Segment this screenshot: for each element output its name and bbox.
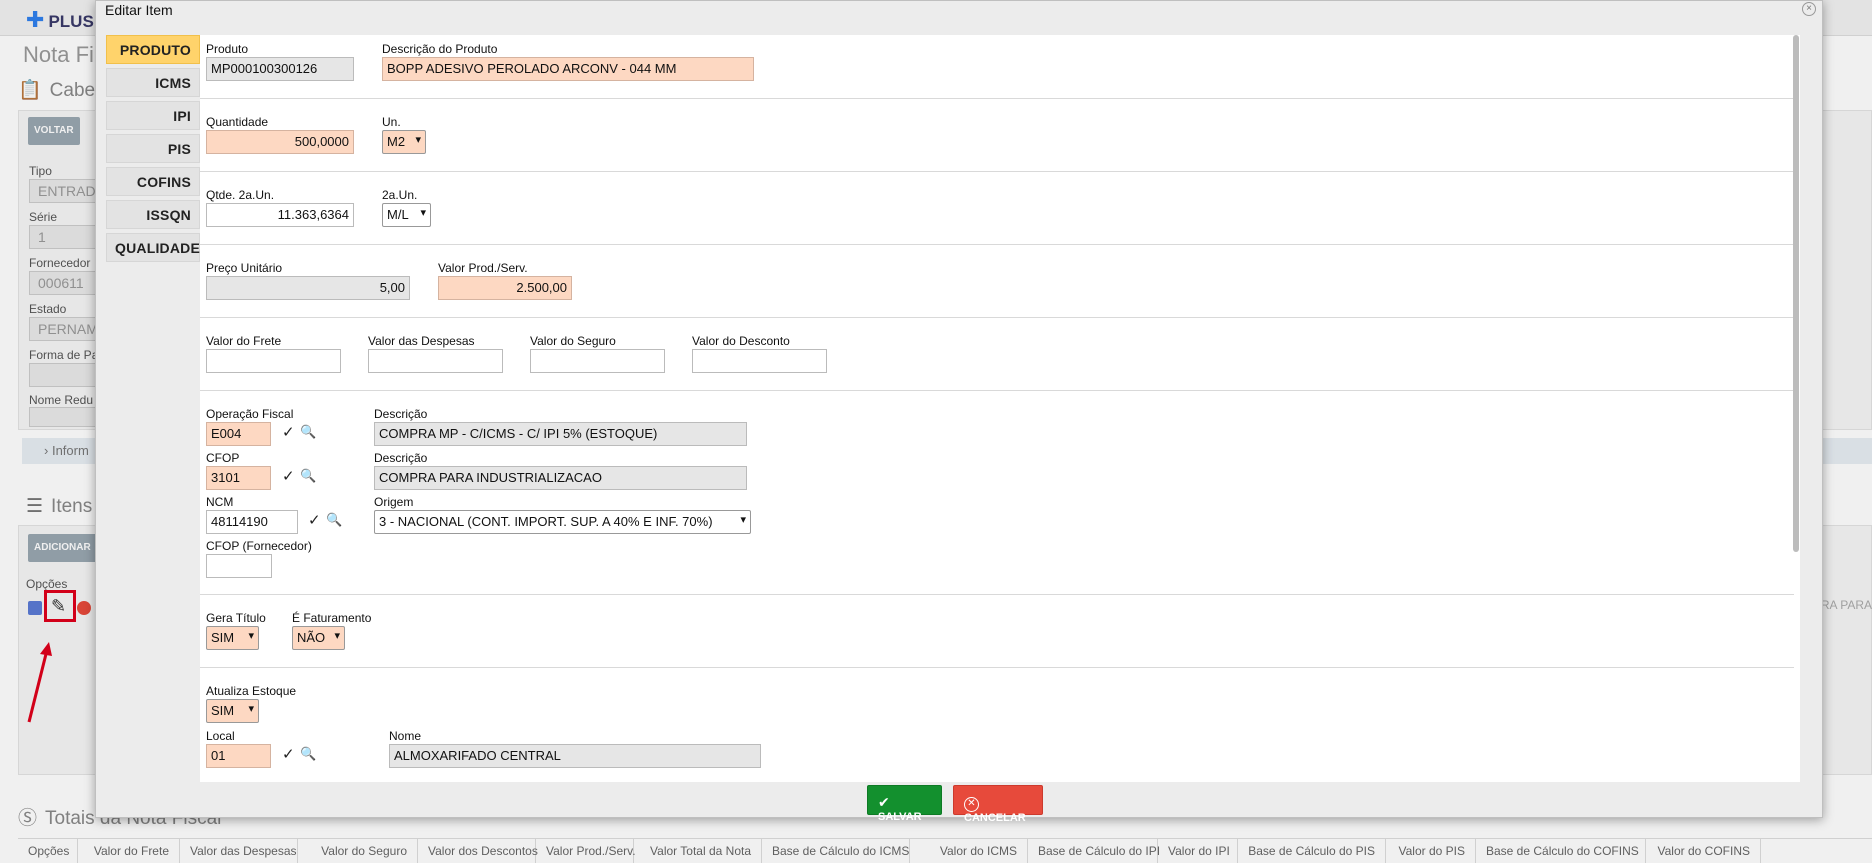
section-fiscal: Operação Fiscal E004 ✓ 🔍 Descrição COMPR… bbox=[200, 391, 1794, 595]
unidade-value: M2 bbox=[387, 134, 406, 149]
save-button[interactable]: ✔SALVAR bbox=[867, 785, 942, 823]
produto-input[interactable]: MP000100300126 bbox=[206, 57, 354, 81]
content-scrollbar[interactable] bbox=[1793, 35, 1799, 552]
tab-cofins[interactable]: COFINS bbox=[106, 167, 200, 196]
modal-titlebar: Editar Item × bbox=[96, 1, 1822, 19]
origem-value: 3 - NACIONAL (CONT. IMPORT. SUP. A 40% E… bbox=[379, 514, 713, 529]
local-input[interactable]: 01 bbox=[206, 744, 271, 768]
e-faturamento-select[interactable]: NÃO ▾ bbox=[292, 626, 345, 650]
qtde-2a-input[interactable]: 11.363,6364 bbox=[206, 203, 354, 227]
tab-produto[interactable]: PRODUTO bbox=[106, 35, 200, 64]
descricao-cfop-input[interactable]: COMPRA PARA INDUSTRIALIZACAO bbox=[374, 466, 747, 490]
search-icon[interactable]: 🔍 bbox=[300, 424, 316, 440]
valor-despesas-label: Valor das Despesas bbox=[368, 334, 475, 348]
atualiza-estoque-select[interactable]: SIM ▾ bbox=[206, 699, 259, 723]
close-icon: ✕ bbox=[964, 797, 979, 812]
descricao-produto-label: Descrição do Produto bbox=[382, 42, 498, 56]
check-icon[interactable]: ✓ bbox=[282, 467, 295, 485]
tab-icms[interactable]: ICMS bbox=[106, 68, 200, 97]
descricao-cfop-label: Descrição bbox=[374, 451, 428, 465]
check-icon[interactable]: ✓ bbox=[282, 745, 295, 763]
section-titulo-faturamento: Gera Título SIM ▾ É Faturamento NÃO ▾ bbox=[200, 595, 1794, 668]
descricao-operacao-label: Descrição bbox=[374, 407, 428, 421]
chevron-down-icon: ▾ bbox=[248, 630, 254, 642]
unidade-2a-select[interactable]: M/L ▾ bbox=[382, 203, 431, 227]
chevron-down-icon: ▾ bbox=[420, 207, 426, 219]
tab-pis[interactable]: PIS bbox=[106, 134, 200, 163]
qtde-2a-label: Qtde. 2a.Un. bbox=[206, 188, 275, 202]
valor-frete-input[interactable] bbox=[206, 349, 341, 373]
atualiza-estoque-value: SIM bbox=[211, 703, 235, 718]
gera-titulo-value: SIM bbox=[211, 630, 235, 645]
nome-local-label: Nome bbox=[389, 729, 422, 743]
valor-seguro-input[interactable] bbox=[530, 349, 665, 373]
origem-select[interactable]: 3 - NACIONAL (CONT. IMPORT. SUP. A 40% E… bbox=[374, 510, 751, 534]
cfop-fornecedor-input[interactable] bbox=[206, 554, 272, 578]
tab-ipi[interactable]: IPI bbox=[106, 101, 200, 130]
tab-list: PRODUTO ICMS IPI PIS COFINS ISSQN QUALID… bbox=[106, 35, 200, 266]
unidade-select[interactable]: M2 ▾ bbox=[382, 130, 426, 154]
tab-content-produto: Produto MP000100300126 Descrição do Prod… bbox=[200, 35, 1800, 782]
save-label: SALVAR bbox=[878, 811, 922, 823]
preco-unitario-input[interactable]: 5,00 bbox=[206, 276, 410, 300]
valor-desconto-input[interactable] bbox=[692, 349, 827, 373]
cancel-button[interactable]: ✕CANCELAR bbox=[953, 785, 1043, 824]
valor-prod-input[interactable]: 2.500,00 bbox=[438, 276, 572, 300]
operacao-fiscal-label: Operação Fiscal bbox=[206, 407, 294, 421]
origem-label: Origem bbox=[374, 495, 414, 509]
local-label: Local bbox=[206, 729, 235, 743]
cfop-input[interactable]: 3101 bbox=[206, 466, 271, 490]
search-icon[interactable]: 🔍 bbox=[300, 746, 316, 762]
atualiza-estoque-label: Atualiza Estoque bbox=[206, 684, 297, 698]
cfop-label: CFOP bbox=[206, 451, 240, 465]
ncm-label: NCM bbox=[206, 495, 234, 509]
e-faturamento-label: É Faturamento bbox=[292, 611, 372, 625]
valor-frete-label: Valor do Frete bbox=[206, 334, 282, 348]
check-icon[interactable]: ✓ bbox=[282, 423, 295, 441]
quantidade-input[interactable]: 500,0000 bbox=[206, 130, 354, 154]
nome-local-input[interactable]: ALMOXARIFADO CENTRAL bbox=[389, 744, 761, 768]
modal-title: Editar Item bbox=[105, 2, 173, 18]
section-precos: Preço Unitário 5,00 Valor Prod./Serv. 2.… bbox=[200, 245, 1794, 318]
tab-qualidade[interactable]: QUALIDADE bbox=[106, 233, 200, 262]
descricao-operacao-input[interactable]: COMPRA MP - C/ICMS - C/ IPI 5% (ESTOQUE) bbox=[374, 422, 747, 446]
unidade-label: Un. bbox=[382, 115, 401, 129]
cfop-fornecedor-label: CFOP (Fornecedor) bbox=[206, 539, 312, 553]
close-icon[interactable]: × bbox=[1802, 2, 1816, 16]
operacao-fiscal-input[interactable]: E004 bbox=[206, 422, 271, 446]
ncm-input[interactable]: 48114190 bbox=[206, 510, 298, 534]
section-valores: Valor do Frete Valor das Despesas Valor … bbox=[200, 318, 1794, 391]
section-produto: Produto MP000100300126 Descrição do Prod… bbox=[200, 35, 1794, 99]
unidade-2a-value: M/L bbox=[387, 207, 409, 222]
valor-desconto-label: Valor do Desconto bbox=[692, 334, 790, 348]
chevron-down-icon: ▾ bbox=[415, 134, 421, 146]
e-faturamento-value: NÃO bbox=[297, 630, 326, 645]
valor-prod-label: Valor Prod./Serv. bbox=[438, 261, 528, 275]
gera-titulo-select[interactable]: SIM ▾ bbox=[206, 626, 259, 650]
descricao-produto-input[interactable]: BOPP ADESIVO PEROLADO ARCONV - 044 MM bbox=[382, 57, 754, 81]
chevron-down-icon: ▾ bbox=[740, 514, 746, 526]
cancel-label: CANCELAR bbox=[964, 812, 1026, 824]
gera-titulo-label: Gera Título bbox=[206, 611, 266, 625]
preco-unitario-label: Preço Unitário bbox=[206, 261, 283, 275]
check-icon: ✔ bbox=[878, 794, 890, 810]
check-icon[interactable]: ✓ bbox=[308, 511, 321, 529]
quantidade-label: Quantidade bbox=[206, 115, 269, 129]
section-estoque: Atualiza Estoque SIM ▾ Local 01 ✓ 🔍 Nome … bbox=[200, 668, 1794, 782]
edit-item-modal: Editar Item × PRODUTO ICMS IPI PIS COFIN… bbox=[95, 0, 1823, 824]
section-segunda-unidade: Qtde. 2a.Un. 11.363,6364 2a.Un. M/L ▾ bbox=[200, 172, 1794, 245]
tab-issqn[interactable]: ISSQN bbox=[106, 200, 200, 229]
section-quantidade: Quantidade 500,0000 Un. M2 ▾ bbox=[200, 99, 1794, 172]
produto-label: Produto bbox=[206, 42, 249, 56]
search-icon[interactable]: 🔍 bbox=[326, 512, 342, 528]
search-icon[interactable]: 🔍 bbox=[300, 468, 316, 484]
valor-despesas-input[interactable] bbox=[368, 349, 503, 373]
valor-seguro-label: Valor do Seguro bbox=[530, 334, 616, 348]
unidade-2a-label: 2a.Un. bbox=[382, 188, 418, 202]
chevron-down-icon: ▾ bbox=[248, 703, 254, 715]
chevron-down-icon: ▾ bbox=[334, 630, 340, 642]
